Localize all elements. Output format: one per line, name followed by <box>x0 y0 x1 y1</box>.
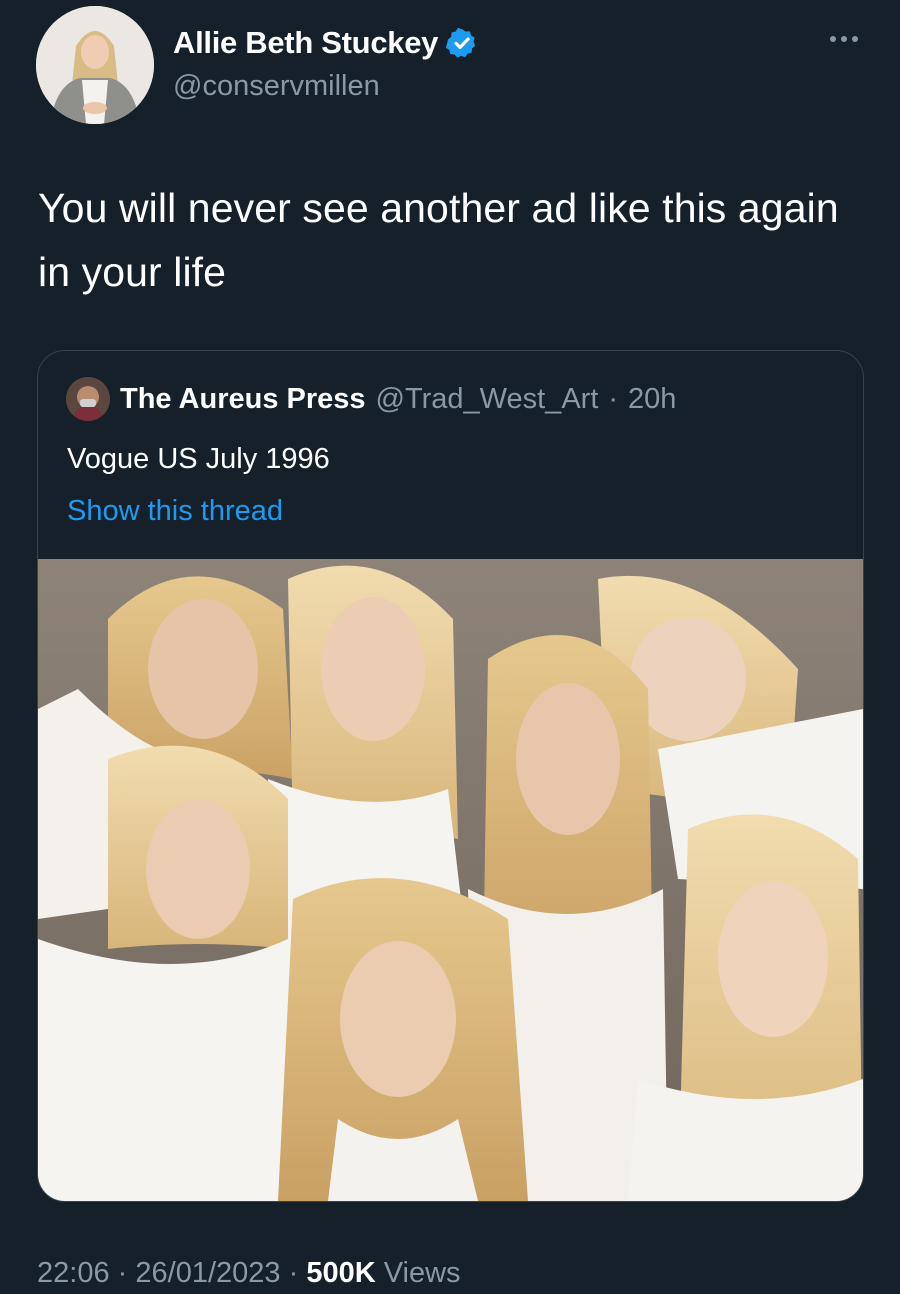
more-dot <box>852 36 858 42</box>
quoted-tweet-header: The Aureus Press @Trad_West_Art · 20h <box>66 377 676 421</box>
quoted-handle[interactable]: @Trad_West_Art <box>376 383 599 416</box>
meta-separator: · <box>117 1257 128 1289</box>
views-count: 500K <box>306 1257 376 1289</box>
tweet-page: Allie Beth Stuckey @conservmillen You wi… <box>0 0 900 1294</box>
tweet-meta: 22:06 · 26/01/2023 · 500K Views <box>37 1257 461 1290</box>
author-name-row: Allie Beth Stuckey <box>173 25 478 61</box>
quoted-tweet-text: Vogue US July 1996 <box>67 443 330 475</box>
meta-separator: · <box>288 1257 299 1289</box>
profile-photo-icon <box>36 6 154 124</box>
author-avatar[interactable] <box>36 6 154 124</box>
tweet-text: You will never see another ad like this … <box>38 185 839 295</box>
show-thread-link[interactable]: Show this thread <box>67 495 283 528</box>
verified-badge-icon <box>446 27 476 58</box>
tweet-time[interactable]: 22:06 <box>37 1257 110 1289</box>
quoted-author-avatar[interactable] <box>66 377 110 421</box>
quoted-display-name[interactable]: The Aureus Press <box>120 383 366 416</box>
author-display-name[interactable]: Allie Beth Stuckey <box>173 25 438 61</box>
views-label: Views <box>383 1257 461 1289</box>
more-dot <box>830 36 836 42</box>
more-options-icon[interactable] <box>826 30 862 48</box>
quoted-separator: · <box>608 382 619 415</box>
photo-of-seven-blonde-models-icon <box>38 559 863 1201</box>
quoted-timestamp[interactable]: 20h <box>628 383 676 416</box>
more-dot <box>841 36 847 42</box>
author-handle[interactable]: @conservmillen <box>173 70 380 103</box>
quoted-avatar-icon <box>66 377 110 421</box>
tweet-date[interactable]: 26/01/2023 <box>135 1257 280 1289</box>
quoted-tweet-card[interactable]: The Aureus Press @Trad_West_Art · 20h Vo… <box>37 350 864 1202</box>
quoted-tweet-photo[interactable] <box>38 559 863 1201</box>
